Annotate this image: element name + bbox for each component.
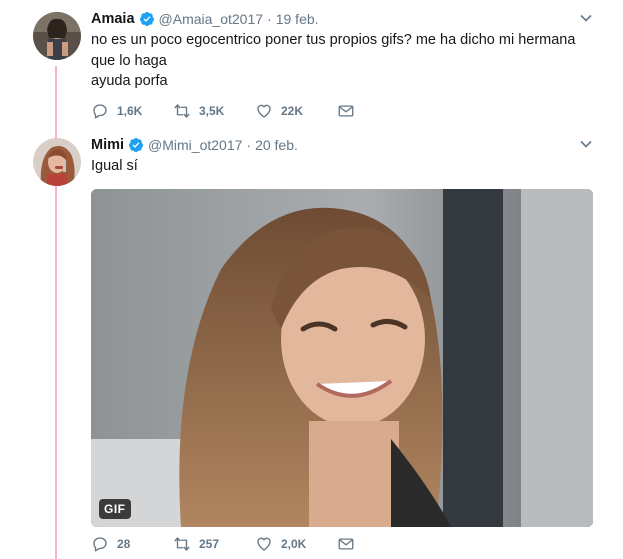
tweet-date[interactable]: 20 feb.: [255, 137, 298, 153]
gif-image: [91, 189, 593, 527]
tweet-actions: 28 257 2,0K: [91, 534, 419, 554]
like-count: 2,0K: [281, 537, 307, 551]
tweet-content: Amaia @Amaia_ot2017 · 19 feb. no es un p…: [91, 9, 595, 119]
separator-dot: ·: [246, 137, 252, 153]
tweet-text: Igual sí: [91, 156, 595, 177]
tweet-header: Mimi @Mimi_ot2017 · 20 feb.: [91, 135, 595, 155]
heart-icon: [257, 104, 271, 118]
tweet-mimi[interactable]: Mimi @Mimi_ot2017 · 20 feb. Igual sí GIF…: [0, 126, 623, 559]
tweet-text: no es un poco egocentrico poner tus prop…: [91, 30, 595, 92]
heart-icon: [257, 537, 271, 551]
verified-badge-icon: [139, 12, 154, 26]
user-handle[interactable]: @Mimi_ot2017: [148, 137, 242, 153]
tweet-text-line: ayuda porfa: [91, 73, 168, 89]
tweet-content: Mimi @Mimi_ot2017 · 20 feb. Igual sí GIF…: [91, 135, 595, 552]
gif-media[interactable]: GIF: [91, 189, 593, 527]
chevron-down-icon[interactable]: [579, 137, 593, 151]
avatar[interactable]: [33, 138, 81, 186]
chevron-down-icon[interactable]: [579, 11, 593, 25]
retweet-icon: [174, 104, 190, 118]
tweet-text-line: Igual sí: [91, 158, 138, 174]
separator-dot: ·: [267, 11, 272, 27]
tweet-actions: 1,6K 3,5K 22K: [91, 101, 419, 121]
gif-badge: GIF: [99, 499, 131, 519]
direct-message-button[interactable]: [337, 535, 419, 553]
retweet-button[interactable]: 3,5K: [173, 102, 255, 120]
tweet-header: Amaia @Amaia_ot2017 · 19 feb.: [91, 9, 595, 29]
retweet-icon: [174, 537, 190, 551]
retweet-button[interactable]: 257: [173, 535, 255, 553]
retweet-count: 3,5K: [199, 104, 225, 118]
envelope-icon: [338, 105, 354, 117]
reply-button[interactable]: 1,6K: [91, 102, 173, 120]
display-name[interactable]: Amaia: [91, 11, 135, 27]
user-handle[interactable]: @Amaia_ot2017: [159, 11, 264, 27]
tweet-amaia[interactable]: Amaia @Amaia_ot2017 · 19 feb. no es un p…: [0, 0, 623, 126]
tweet-text-line: que lo haga: [91, 52, 167, 69]
direct-message-button[interactable]: [337, 102, 419, 120]
like-count: 22K: [281, 104, 304, 118]
tweet-date[interactable]: 19 feb.: [276, 11, 319, 27]
reply-button[interactable]: 28: [91, 535, 173, 553]
reply-count: 1,6K: [117, 104, 143, 118]
reply-count: 28: [117, 537, 131, 551]
like-button[interactable]: 2,0K: [255, 535, 337, 553]
envelope-icon: [338, 538, 354, 550]
retweet-count: 257: [199, 537, 220, 551]
avatar[interactable]: [33, 12, 81, 60]
reply-icon: [93, 104, 107, 119]
reply-icon: [93, 537, 107, 552]
display-name[interactable]: Mimi: [91, 137, 124, 153]
like-button[interactable]: 22K: [255, 102, 337, 120]
tweet-text-line: no es un poco egocentrico poner tus prop…: [91, 32, 576, 48]
verified-badge-icon: [129, 138, 144, 152]
